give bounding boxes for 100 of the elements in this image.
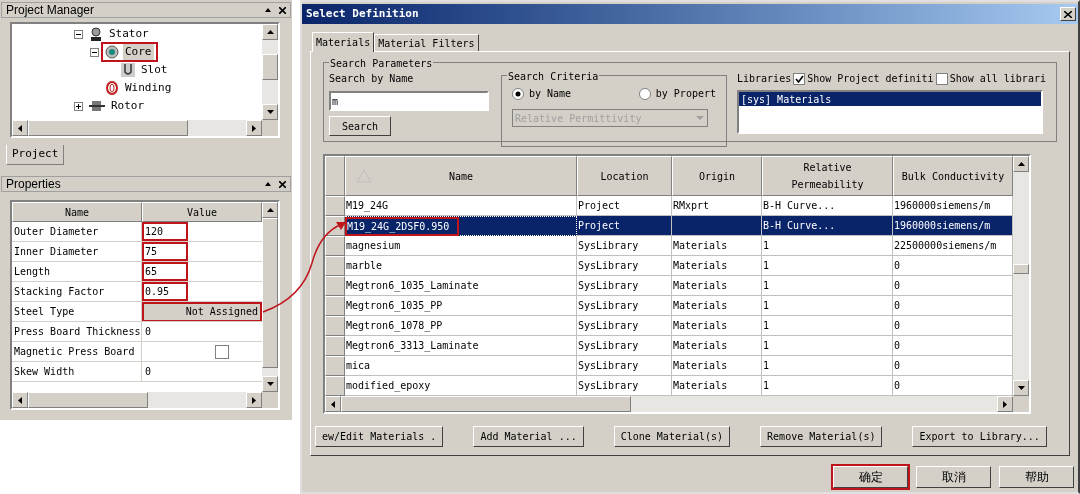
tree-item[interactable]: Stator bbox=[87, 25, 153, 43]
property-value[interactable]: 0.95 bbox=[144, 284, 170, 299]
scroll-left-button[interactable] bbox=[325, 396, 341, 412]
vertical-scrollbar[interactable] bbox=[262, 202, 278, 392]
row-header[interactable] bbox=[325, 276, 345, 296]
column-header[interactable]: Name bbox=[12, 202, 142, 222]
table-cell-text: 0 bbox=[894, 359, 901, 373]
row-header[interactable] bbox=[325, 196, 345, 216]
row-header[interactable] bbox=[325, 316, 345, 336]
action-button[interactable]: Export to Library... bbox=[912, 426, 1047, 447]
table-cell-text: 0 bbox=[894, 259, 901, 273]
row-header[interactable] bbox=[325, 356, 345, 376]
row-header[interactable] bbox=[325, 296, 345, 316]
pin-icon[interactable] bbox=[265, 8, 271, 12]
dialog-button[interactable]: 确定 bbox=[833, 466, 908, 488]
scroll-up-button[interactable] bbox=[1013, 156, 1029, 172]
scroll-thumb[interactable] bbox=[262, 54, 278, 80]
column-header[interactable]: Value bbox=[142, 202, 262, 222]
checkbox-option[interactable]: Show all librari bbox=[935, 71, 1046, 86]
tree-item[interactable]: Slot bbox=[119, 61, 172, 79]
column-header[interactable]: Bulk Conductivity bbox=[893, 156, 1013, 196]
radio-option[interactable]: by Propert bbox=[638, 86, 716, 101]
table-row[interactable]: Megtron6_3313_Laminate SysLibrary Materials 1 0 bbox=[325, 336, 1013, 356]
collapse-icon[interactable] bbox=[74, 29, 83, 39]
row-header[interactable] bbox=[325, 336, 345, 356]
scroll-thumb[interactable] bbox=[262, 218, 278, 368]
property-value[interactable]: 0 bbox=[144, 364, 152, 379]
property-value[interactable]: 0 bbox=[144, 324, 152, 339]
column-header[interactable]: Name bbox=[345, 156, 577, 196]
panel-tab[interactable]: Project bbox=[6, 145, 65, 165]
row-header[interactable] bbox=[325, 256, 345, 276]
radio-option[interactable]: by Name bbox=[512, 86, 572, 101]
row-header[interactable] bbox=[325, 236, 345, 256]
field-label: Search by Name bbox=[329, 72, 415, 86]
table-row[interactable]: M19_24G Project RMxprt B-H Curve... 1960000siemens/m bbox=[325, 196, 1013, 216]
column-header[interactable]: Location bbox=[577, 156, 672, 196]
scroll-thumb[interactable] bbox=[341, 396, 631, 412]
pin-icon[interactable] bbox=[265, 182, 271, 186]
list-item[interactable]: [sys] Materials bbox=[739, 92, 1041, 106]
table-cell-text: modified_epoxy bbox=[346, 379, 431, 393]
table-row[interactable]: Megtron6_1078_PP SysLibrary Materials 1 0 bbox=[325, 316, 1013, 336]
scroll-right-button[interactable] bbox=[246, 120, 262, 136]
scroll-down-button[interactable] bbox=[262, 104, 278, 120]
table-cell-text: magnesium bbox=[346, 239, 401, 253]
scroll-right-button[interactable] bbox=[246, 392, 262, 408]
table-row[interactable]: M19_24G_2DSF0.950 Project B-H Curve... 1960000siemens/m bbox=[325, 216, 1013, 236]
table-row[interactable]: Megtron6_1035_Laminate SysLibrary Materials 1 0 bbox=[325, 276, 1013, 296]
table-row[interactable]: modified_epoxy SysLibrary Materials 1 0 bbox=[325, 376, 1013, 396]
column-header[interactable]: Origin bbox=[672, 156, 762, 196]
collapse-icon[interactable] bbox=[90, 47, 99, 57]
checkbox[interactable] bbox=[215, 344, 229, 359]
scroll-thumb[interactable] bbox=[1013, 264, 1029, 274]
vertical-scrollbar[interactable] bbox=[262, 24, 278, 120]
search-button[interactable]: Search bbox=[329, 116, 391, 136]
close-icon[interactable] bbox=[279, 180, 286, 188]
property-value[interactable]: 75 bbox=[144, 244, 158, 259]
scroll-thumb[interactable] bbox=[28, 392, 148, 408]
scroll-down-button[interactable] bbox=[262, 376, 278, 392]
action-button[interactable]: ew/Edit Materials . bbox=[315, 426, 444, 447]
action-button[interactable]: Remove Material(s) bbox=[760, 426, 883, 447]
horizontal-scrollbar[interactable] bbox=[325, 396, 1014, 412]
tab[interactable]: Materials bbox=[312, 32, 375, 52]
table-cell-text: 1 bbox=[763, 339, 770, 353]
search-field[interactable]: m bbox=[329, 91, 489, 111]
scroll-up-button[interactable] bbox=[262, 202, 278, 218]
table-cell-text: 1 bbox=[763, 319, 770, 333]
property-value[interactable]: 65 bbox=[144, 264, 158, 279]
scroll-left-button[interactable] bbox=[12, 120, 28, 136]
row-header[interactable] bbox=[325, 376, 345, 396]
scroll-right-button[interactable] bbox=[997, 396, 1014, 412]
table-cell-text: Megtron6_1035_Laminate bbox=[346, 279, 479, 293]
property-button[interactable]: Not Assigned bbox=[144, 303, 260, 320]
tree-item[interactable]: Rotor bbox=[87, 97, 149, 115]
dialog-button[interactable]: 取消 bbox=[916, 466, 991, 488]
corner-header bbox=[325, 156, 345, 196]
tab[interactable]: Material Filters bbox=[374, 34, 479, 51]
horizontal-scrollbar[interactable] bbox=[12, 120, 262, 136]
arrow-right-icon bbox=[252, 124, 256, 132]
table-row[interactable]: marble SysLibrary Materials 1 0 bbox=[325, 256, 1013, 276]
table-row[interactable]: Megtron6_1035_PP SysLibrary Materials 1 0 bbox=[325, 296, 1013, 316]
table-row[interactable]: magnesium SysLibrary Materials 1 22500000siemens/m bbox=[325, 236, 1013, 256]
action-button[interactable]: Add Material ... bbox=[473, 426, 584, 447]
library-list[interactable]: [sys] Materials bbox=[737, 90, 1043, 134]
tree-item[interactable]: Winding bbox=[103, 79, 176, 97]
checkbox-option[interactable]: Show Project definiti bbox=[793, 71, 934, 86]
scroll-left-button[interactable] bbox=[12, 392, 28, 408]
column-header[interactable]: Relative Permeability bbox=[762, 156, 893, 196]
horizontal-scrollbar[interactable] bbox=[12, 392, 262, 408]
close-button[interactable] bbox=[1060, 7, 1076, 21]
scroll-up-button[interactable] bbox=[262, 24, 278, 40]
property-value[interactable]: 120 bbox=[144, 224, 164, 239]
vertical-scrollbar[interactable] bbox=[1013, 156, 1029, 396]
scroll-thumb[interactable] bbox=[28, 120, 188, 136]
action-button[interactable]: Clone Material(s) bbox=[613, 426, 731, 447]
table-cell-text: Materials bbox=[673, 239, 728, 253]
expand-icon[interactable] bbox=[74, 101, 83, 111]
table-row[interactable]: mica SysLibrary Materials 1 0 bbox=[325, 356, 1013, 376]
dialog-button[interactable]: 帮助 bbox=[999, 466, 1074, 488]
scroll-down-button[interactable] bbox=[1013, 380, 1029, 396]
close-icon[interactable] bbox=[279, 6, 286, 14]
